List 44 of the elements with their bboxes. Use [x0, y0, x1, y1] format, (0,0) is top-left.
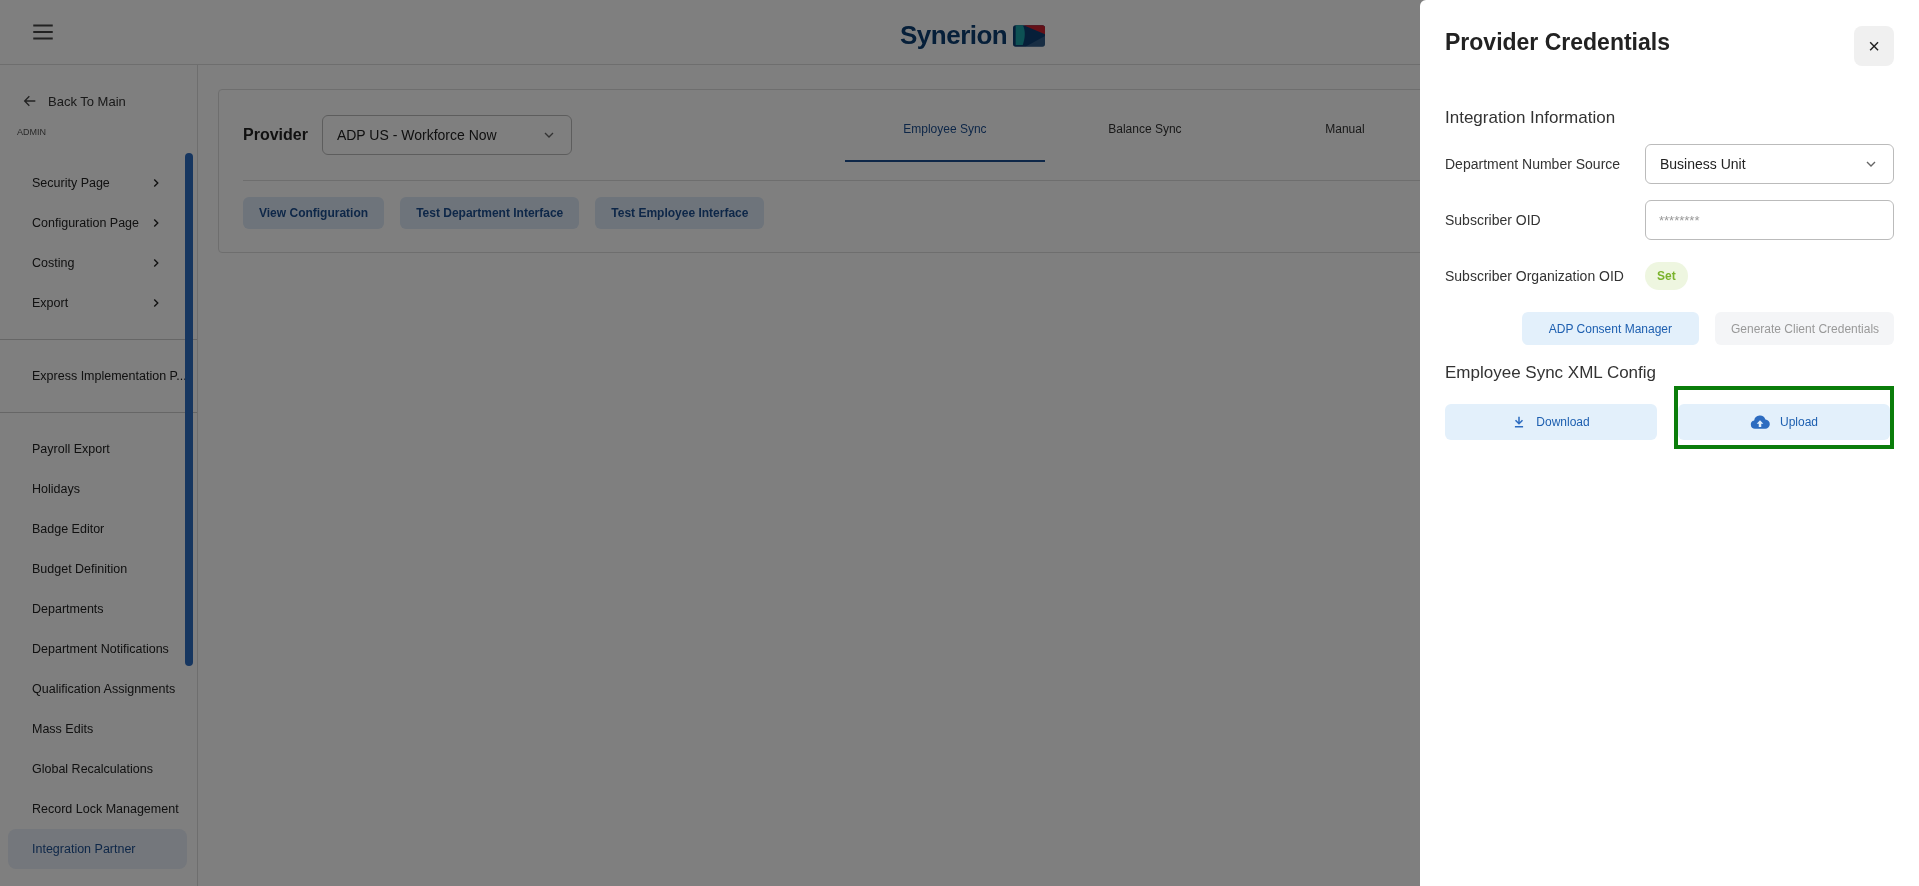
action-button[interactable]: ADP Consent Manager: [1521, 312, 1699, 345]
sidebar-item[interactable]: Security Page: [8, 163, 187, 203]
sidebar-item[interactable]: Holidays: [8, 469, 187, 509]
section-title: Integration Information: [1445, 108, 1617, 128]
back-link[interactable]: Back To Main: [0, 87, 197, 115]
sidebar-item[interactable]: Record Lock Management: [8, 789, 187, 829]
action-button[interactable]: View Configuration: [243, 197, 385, 229]
action-button[interactable]: Test Employee Interface: [595, 197, 765, 229]
section-label: ADMIN: [16, 126, 47, 139]
sidebar-item[interactable]: Department Notifications: [8, 629, 187, 669]
status-badge: Set: [1645, 262, 1688, 290]
select-field[interactable]: Business Unit: [1645, 144, 1894, 184]
close-button[interactable]: ×: [1854, 26, 1894, 66]
provider-label: Provider: [243, 126, 308, 144]
field-label: Department Number Source: [1445, 156, 1622, 172]
sidebar-item[interactable]: Qualification Assignments: [8, 669, 187, 709]
sidebar-item[interactable]: Global Recalculations: [8, 749, 187, 789]
back-arrow-icon: [22, 93, 38, 109]
sidebar-item[interactable]: Payroll Export: [8, 429, 187, 469]
field-label: Subscriber OID: [1445, 212, 1542, 228]
provider-select[interactable]: ADP US - Workforce Now: [321, 115, 572, 155]
sidebar-item[interactable]: Costing: [8, 243, 187, 283]
logo-text: Synerion: [900, 20, 1008, 51]
sidebar-item[interactable]: Mass Edits: [8, 709, 187, 749]
scrollbar[interactable]: [185, 153, 193, 666]
tab[interactable]: Manual: [1244, 90, 1445, 162]
sidebar-item[interactable]: Express Implementation P...: [8, 356, 187, 396]
upload-button[interactable]: Upload: [1678, 404, 1890, 440]
download-button[interactable]: Download: [1445, 404, 1657, 440]
action-button[interactable]: Test Department Interface: [400, 197, 580, 229]
logo-icon: [1013, 24, 1046, 47]
field-label: Subscriber Organization OID: [1445, 268, 1625, 284]
tab[interactable]: Balance Sync: [1044, 90, 1245, 162]
sidebar-item[interactable]: Budget Definition: [8, 549, 187, 589]
cloud-upload-icon: [1750, 414, 1770, 430]
sidebar-item[interactable]: Departments: [8, 589, 187, 629]
input-field[interactable]: ********: [1645, 200, 1894, 240]
sidebar-item[interactable]: Configuration Page: [8, 203, 187, 243]
section-title: Employee Sync XML Config: [1445, 363, 1658, 383]
tab[interactable]: Employee Sync: [844, 90, 1045, 162]
sidebar-item[interactable]: Export: [8, 283, 187, 323]
panel-title: Provider Credentials: [1445, 28, 1670, 56]
sidebar-item[interactable]: Integration Partner: [8, 829, 187, 869]
sidebar-item[interactable]: Badge Editor: [8, 509, 187, 549]
